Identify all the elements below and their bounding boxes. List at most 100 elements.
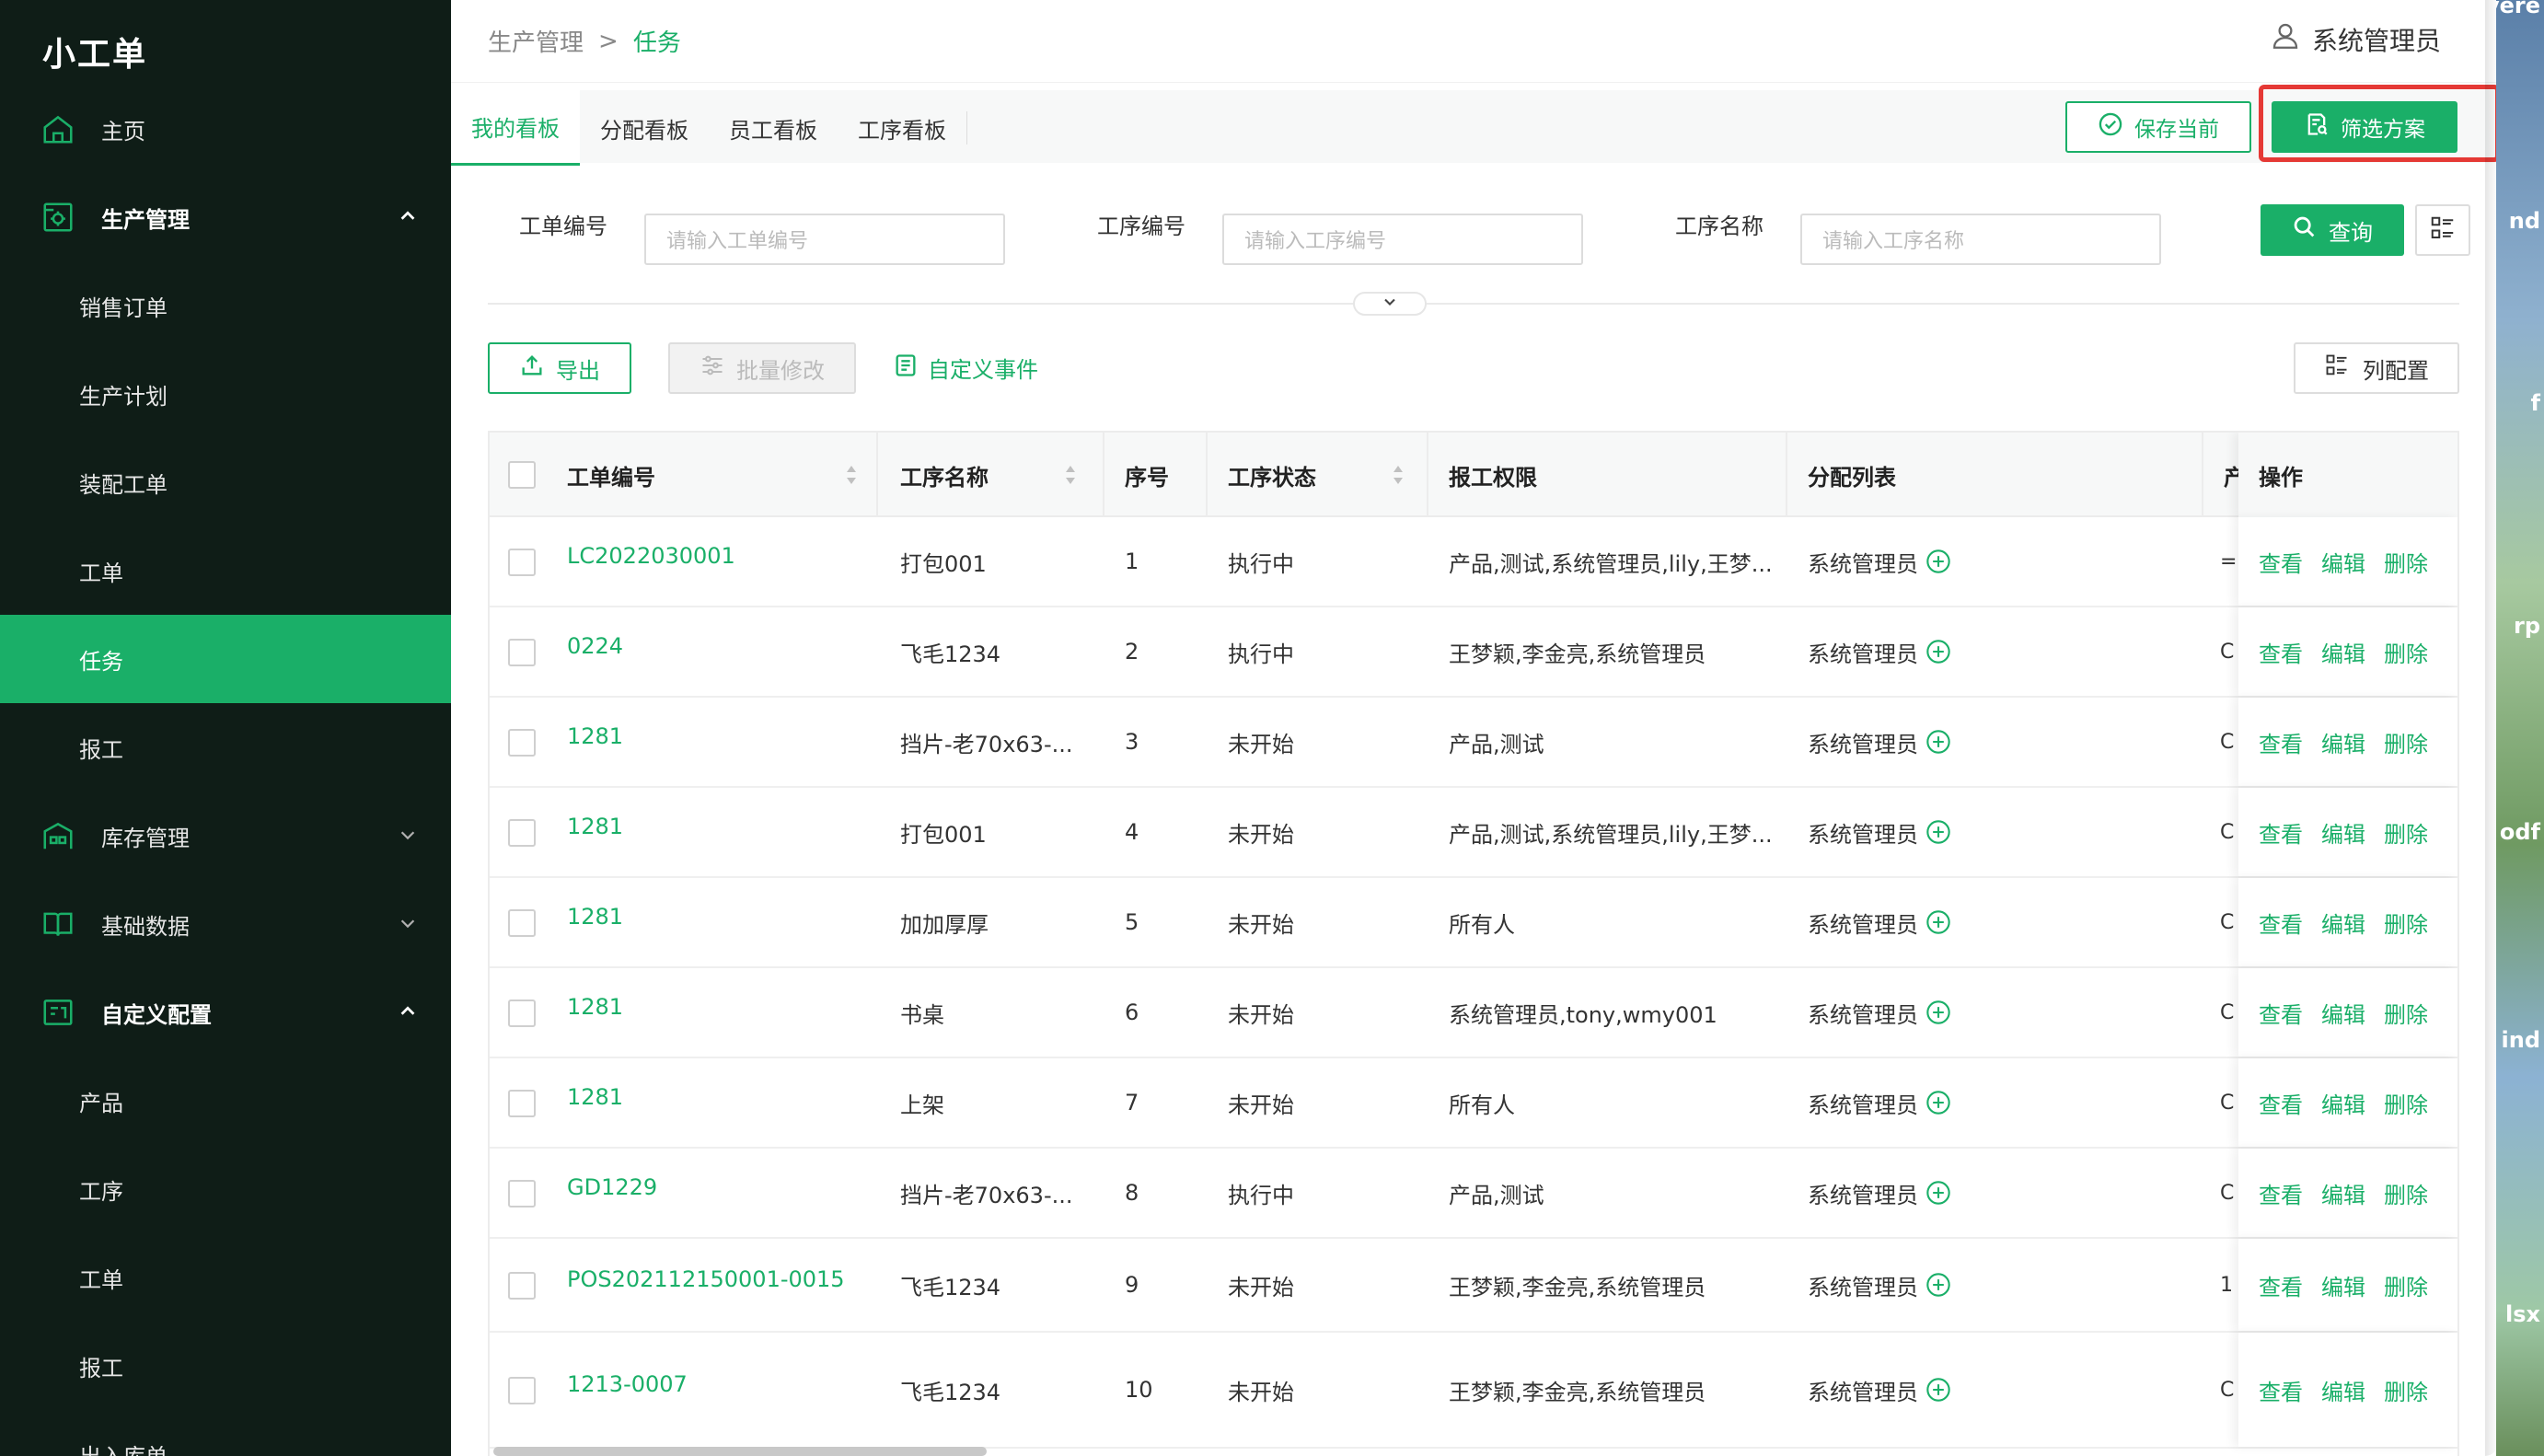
order-code-link[interactable]: 1213-0007 [567, 1327, 688, 1441]
sidebar-item[interactable]: 销售订单 [0, 261, 451, 350]
sidebar-item[interactable]: 出入库单 [0, 1410, 451, 1456]
export-button[interactable]: 导出 [488, 342, 631, 394]
row-checkbox[interactable] [508, 1090, 536, 1117]
add-assignee-icon[interactable] [1925, 729, 1951, 755]
delete-link[interactable]: 删除 [2384, 1177, 2428, 1209]
tab-board[interactable]: 我的看板 [451, 90, 580, 166]
view-link[interactable]: 查看 [2259, 1374, 2303, 1406]
delete-link[interactable]: 删除 [2384, 1269, 2428, 1301]
add-assignee-icon[interactable] [1925, 909, 1951, 935]
column-settings-icon-button[interactable] [2415, 204, 2470, 256]
order-code-link[interactable]: 1281 [567, 782, 623, 871]
delete-link[interactable]: 删除 [2384, 816, 2428, 849]
add-assignee-icon[interactable] [1925, 1180, 1951, 1206]
order-code-link[interactable]: POS202112150001-0015 [567, 1233, 845, 1325]
view-link[interactable]: 查看 [2259, 907, 2303, 939]
process-code-input[interactable]: 请输入工序编号 [1222, 214, 1583, 265]
tab-board[interactable]: 员工看板 [709, 90, 838, 166]
order-code-link[interactable]: 1281 [567, 872, 623, 961]
view-link[interactable]: 查看 [2259, 636, 2303, 668]
delete-link[interactable]: 删除 [2384, 1374, 2428, 1406]
add-assignee-icon[interactable] [1925, 639, 1951, 664]
view-link[interactable]: 查看 [2259, 997, 2303, 1029]
tab-board[interactable]: 分配看板 [580, 90, 709, 166]
sidebar-item[interactable]: 装配工单 [0, 438, 451, 526]
delete-link[interactable]: 删除 [2384, 907, 2428, 939]
view-link[interactable]: 查看 [2259, 816, 2303, 849]
row-checkbox[interactable] [508, 639, 536, 666]
delete-link[interactable]: 删除 [2384, 726, 2428, 758]
sort-icon[interactable] [845, 462, 858, 488]
row-checkbox[interactable] [508, 1180, 536, 1208]
row-checkbox[interactable] [508, 729, 536, 757]
delete-link[interactable]: 删除 [2384, 997, 2428, 1029]
row-checkbox[interactable] [508, 1377, 536, 1404]
edit-link[interactable]: 编辑 [2321, 816, 2365, 849]
query-button[interactable]: 查询 [2261, 204, 2404, 256]
breadcrumb-parent[interactable]: 生产管理 [488, 24, 584, 58]
edit-link[interactable]: 编辑 [2321, 726, 2365, 758]
edit-link[interactable]: 编辑 [2321, 546, 2365, 578]
row-checkbox[interactable] [508, 1272, 536, 1300]
sidebar-item[interactable]: 基础数据 [0, 880, 451, 968]
add-assignee-icon[interactable] [1925, 1090, 1951, 1115]
row-checkbox[interactable] [508, 819, 536, 847]
edit-link[interactable]: 编辑 [2321, 636, 2365, 668]
save-current-button[interactable]: 保存当前 [2065, 101, 2251, 153]
collapse-toggle[interactable] [1353, 292, 1427, 316]
row-checkbox[interactable] [508, 909, 536, 937]
add-assignee-icon[interactable] [1925, 549, 1951, 574]
process-name-input[interactable]: 请输入工序名称 [1800, 214, 2161, 265]
edit-link[interactable]: 编辑 [2321, 1374, 2365, 1406]
row-checkbox[interactable] [508, 549, 536, 576]
assign-value: 系统管理员 [1808, 1182, 1918, 1208]
order-code-input[interactable]: 请输入工单编号 [644, 214, 1005, 265]
add-assignee-icon[interactable] [1925, 1377, 1951, 1403]
edit-link[interactable]: 编辑 [2321, 907, 2365, 939]
sidebar-item[interactable]: 产品 [0, 1057, 451, 1145]
sidebar-item[interactable]: 报工 [0, 703, 451, 792]
sidebar-item[interactable]: 工序 [0, 1145, 451, 1233]
process-name-cell: 加加厚厚 [900, 911, 989, 938]
delete-link[interactable]: 删除 [2384, 546, 2428, 578]
view-link[interactable]: 查看 [2259, 546, 2303, 578]
sidebar-item[interactable]: 报工 [0, 1322, 451, 1410]
view-link[interactable]: 查看 [2259, 1177, 2303, 1209]
column-config-button[interactable]: 列配置 [2294, 342, 2459, 394]
edit-link[interactable]: 编辑 [2321, 1087, 2365, 1119]
sort-icon[interactable] [1064, 462, 1077, 488]
add-assignee-icon[interactable] [1925, 819, 1951, 845]
edit-link[interactable]: 编辑 [2321, 1269, 2365, 1301]
sidebar-item[interactable]: 自定义配置 [0, 968, 451, 1057]
tab-board[interactable]: 工序看板 [838, 90, 966, 166]
sidebar-item[interactable]: 库存管理 [0, 792, 451, 880]
order-code-link[interactable]: LC2022030001 [567, 512, 735, 600]
add-assignee-icon[interactable] [1925, 1272, 1951, 1298]
sidebar-item[interactable]: 工单 [0, 1233, 451, 1322]
sidebar-item[interactable]: 工单 [0, 526, 451, 615]
delete-link[interactable]: 删除 [2384, 636, 2428, 668]
edit-link[interactable]: 编辑 [2321, 997, 2365, 1029]
order-code-link[interactable]: 1281 [567, 963, 623, 1051]
row-checkbox[interactable] [508, 1000, 536, 1027]
order-code-link[interactable]: 1281 [567, 1053, 623, 1141]
sidebar-item[interactable]: 主页 [0, 85, 451, 173]
sidebar-item[interactable]: 生产管理 [0, 173, 451, 261]
order-code-link[interactable]: 1281 [567, 692, 623, 780]
order-code-link[interactable]: 0224 [567, 602, 623, 690]
select-all-checkbox[interactable] [508, 461, 536, 489]
view-link[interactable]: 查看 [2259, 1269, 2303, 1301]
sidebar-item[interactable]: 任务 [0, 615, 451, 703]
batch-edit-button[interactable]: 批量修改 [668, 342, 856, 394]
horizontal-scrollbar[interactable] [493, 1447, 987, 1456]
custom-event-link[interactable]: 自定义事件 [893, 352, 1038, 384]
edit-link[interactable]: 编辑 [2321, 1177, 2365, 1209]
delete-link[interactable]: 删除 [2384, 1087, 2428, 1119]
sidebar-item[interactable]: 生产计划 [0, 350, 451, 438]
user-menu[interactable]: 系统管理员 [2270, 20, 2441, 58]
view-link[interactable]: 查看 [2259, 1087, 2303, 1119]
sort-icon[interactable] [1392, 462, 1405, 488]
add-assignee-icon[interactable] [1925, 1000, 1951, 1025]
view-link[interactable]: 查看 [2259, 726, 2303, 758]
order-code-link[interactable]: GD1229 [567, 1143, 657, 1231]
